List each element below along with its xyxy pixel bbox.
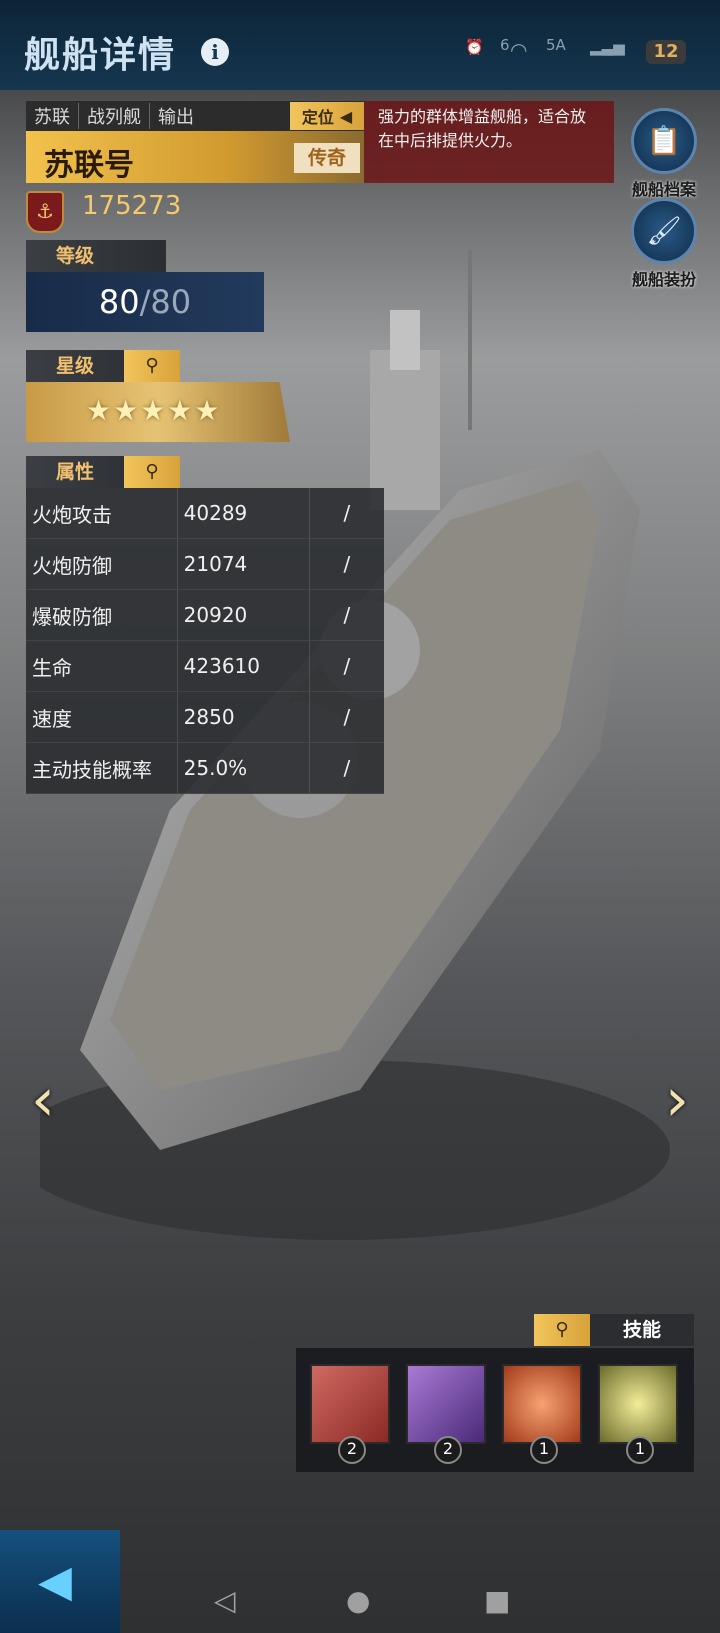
skill-star-icon[interactable] xyxy=(502,1364,582,1444)
dress-label: 舰船装扮 xyxy=(631,270,696,289)
role-description: 强力的群体增益舰船，适合放在中后排提供火力。 xyxy=(364,101,614,183)
paint-roller-icon: 🖌 xyxy=(631,198,697,264)
table-row: 火炮攻击 40289 / xyxy=(26,488,384,539)
clipboard-icon: 📋 xyxy=(631,108,697,174)
archive-button[interactable]: 📋 舰船档案 xyxy=(630,108,698,200)
attr-extra: / xyxy=(308,641,384,691)
skill-percent-icon[interactable] xyxy=(598,1364,678,1444)
attr-value: 40289 xyxy=(176,488,309,538)
attr-name: 火炮攻击 xyxy=(32,502,112,527)
table-row: 生命 423610 / xyxy=(26,641,384,692)
archive-label: 舰船档案 xyxy=(631,180,696,199)
system-back-icon[interactable]: ◁ xyxy=(214,1584,236,1617)
combat-power: 175273 xyxy=(82,191,182,221)
dress-button[interactable]: 🖌 舰船装扮 xyxy=(630,198,698,290)
skill-cannon-icon[interactable] xyxy=(310,1364,390,1444)
skill-level: 2 xyxy=(434,1436,462,1464)
attr-extra: / xyxy=(308,590,384,640)
attr-value: 20920 xyxy=(176,590,309,640)
table-row: 速度 2850 / xyxy=(26,692,384,743)
table-row: 主动技能概率 25.0% / xyxy=(26,743,384,794)
next-ship-arrow-icon[interactable]: › xyxy=(660,1068,694,1132)
anchor-icon: ⚓ xyxy=(26,191,64,233)
tag-role: 输出 xyxy=(158,107,194,128)
attr-extra: / xyxy=(308,539,384,589)
role-label: 定位 xyxy=(301,108,334,127)
skill-panel: 2 2 1 1 xyxy=(296,1348,694,1472)
attr-value: 2850 xyxy=(176,692,309,742)
prev-ship-arrow-icon[interactable]: ‹ xyxy=(26,1068,60,1132)
network-label: 5A xyxy=(546,36,566,54)
level-current: 80 xyxy=(98,283,140,321)
skill-search-icon[interactable]: ⚲ xyxy=(534,1314,590,1346)
star-rating: ★★★★★ xyxy=(86,394,222,427)
tag-type: 战列舰 xyxy=(79,103,150,129)
skill-level: 2 xyxy=(338,1436,366,1464)
skill-level: 1 xyxy=(530,1436,558,1464)
table-row: 火炮防御 21074 / xyxy=(26,539,384,590)
system-recent-icon[interactable]: ■ xyxy=(484,1584,510,1617)
rarity-badge: 传奇 xyxy=(294,143,360,173)
attr-value: 25.0% xyxy=(176,743,309,793)
attr-value: 423610 xyxy=(176,641,309,691)
role-tab[interactable]: 定位 ◀ xyxy=(290,102,364,130)
attr-extra: / xyxy=(308,488,384,538)
cell-signal-icon: ▂▃▅ xyxy=(590,38,625,56)
attribute-table: 火炮攻击 40289 / 火炮防御 21074 / 爆破防御 20920 / 生… xyxy=(26,488,384,794)
level-label: 等级 xyxy=(26,240,166,272)
skill-level: 1 xyxy=(626,1436,654,1464)
level-max: /80 xyxy=(139,283,192,321)
caret-left-icon: ◀ xyxy=(339,106,353,126)
attr-extra: / xyxy=(308,743,384,793)
signal-label: 6 xyxy=(500,36,510,54)
tag-nation: 苏联 xyxy=(26,103,79,129)
page-title: 舰船详情 xyxy=(24,35,177,76)
attr-name: 速度 xyxy=(32,706,72,731)
attr-extra: / xyxy=(308,692,384,742)
attribute-search-icon[interactable]: ⚲ xyxy=(124,456,180,488)
table-row: 爆破防御 20920 / xyxy=(26,590,384,641)
attr-name: 火炮防御 xyxy=(32,553,112,578)
star-search-icon[interactable]: ⚲ xyxy=(124,350,180,382)
system-home-icon[interactable]: ● xyxy=(346,1584,370,1617)
battery-icon: 12 xyxy=(646,40,686,64)
attr-name: 爆破防御 xyxy=(32,604,112,629)
attr-value: 21074 xyxy=(176,539,309,589)
skill-label: 技能 xyxy=(590,1314,694,1346)
attr-name: 生命 xyxy=(32,655,72,680)
level-display: 80/80 xyxy=(26,272,264,332)
info-icon[interactable]: i xyxy=(201,38,229,66)
wifi-icon: ◠ xyxy=(510,38,528,62)
alarm-icon: ⏰ xyxy=(465,38,484,56)
skill-fleet-star-icon[interactable] xyxy=(406,1364,486,1444)
back-arrow-icon: ◀ xyxy=(38,1556,72,1607)
ship-name: 苏联号 xyxy=(44,148,134,183)
attr-name: 主动技能概率 xyxy=(32,757,152,782)
